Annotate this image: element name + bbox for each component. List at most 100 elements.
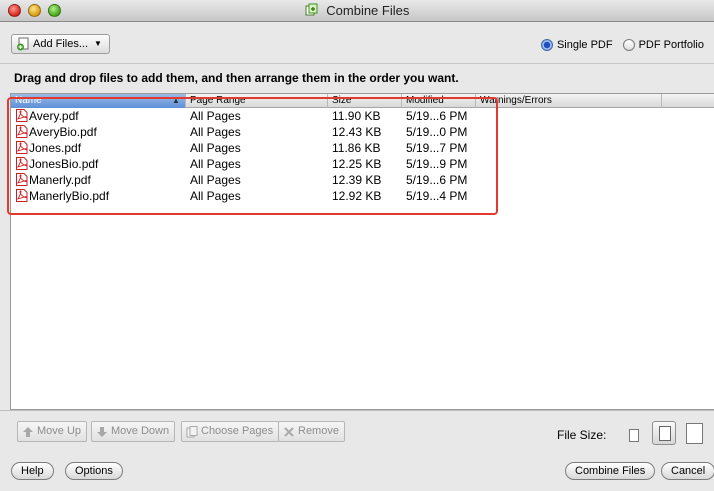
file-size-label: File Size: [557,428,607,442]
size-cell: 11.90 KB [332,109,380,123]
pdf-file-icon [16,109,28,122]
column-header-modified[interactable]: Modified [402,94,476,108]
table-row[interactable]: ManerlyBio.pdf All Pages 12.92 KB 5/19...4 … [11,188,714,204]
modified-cell-text: 5/19...7 PM [406,141,468,155]
single-pdf-label[interactable]: Single PDF [557,39,613,51]
page-range-cell-text: All Pages [190,157,241,171]
table-body: Avery.pdf All Pages 11.90 KB 5/19...6 PM Ave… [11,108,714,204]
move-up-label: Move Up [37,425,82,437]
table-header: Name ▲ Page Range Size Modified Warnings… [11,94,714,108]
modified-cell: 5/19...6 PM [406,173,467,187]
files-table[interactable]: Name ▲ Page Range Size Modified Warnings… [10,93,714,410]
move-down-button[interactable]: Move Down [91,421,176,442]
table-row[interactable]: JonesBio.pdf All Pages 12.25 KB 5/19...9 PM [11,156,714,172]
modified-cell: 5/19...4 PM [406,189,467,203]
single-pdf-radio[interactable] [540,39,553,51]
modified-cell-text: 5/19...4 PM [406,189,468,203]
choose-pages-button[interactable]: Choose Pages [181,421,280,442]
page-range-cell-text: All Pages [190,189,241,203]
size-cell: 12.92 KB [332,189,381,203]
arrow-up-icon [23,426,33,437]
add-files-label: Add Files... [33,38,89,50]
column-header-size-label: Size [332,95,352,106]
dialog-footer: Help Options Combine Files Cancel [0,455,714,491]
file-name-cell-text: AveryBio.pdf [29,125,97,139]
file-size-small-icon[interactable] [629,429,639,442]
file-name-cell: Jones.pdf [15,141,81,155]
combine-files-icon [305,3,318,16]
help-button[interactable]: Help [11,462,54,480]
remove-button[interactable]: Remove [278,421,345,442]
modified-cell-text: 5/19...6 PM [406,109,468,123]
pdf-file-icon [16,141,28,154]
choose-pages-label: Choose Pages [201,425,274,437]
window-title: Combine Files [326,3,410,18]
size-cell-text: 11.90 KB [332,109,381,123]
modified-cell: 5/19...9 PM [406,157,467,171]
file-name-cell-text: Manerly.pdf [29,173,91,187]
cancel-button[interactable]: Cancel [661,462,714,480]
size-cell: 12.43 KB [332,125,381,139]
title-bar: Combine Files [0,0,714,22]
move-up-button[interactable]: Move Up [17,421,88,442]
arrow-down-icon [97,426,107,437]
page-range-cell: All Pages [190,189,241,203]
pdf-file-icon [16,157,28,170]
column-header-modified-label: Modified [406,95,444,106]
file-tools-bar: Move Up Move Down Choose Pages Remove Fi… [0,410,714,455]
file-name-cell: Manerly.pdf [15,173,91,187]
file-name-cell-text: Jones.pdf [29,141,82,155]
pdf-portfolio-radio[interactable] [622,39,635,51]
file-size-large-icon[interactable] [686,423,703,444]
page-range-cell-text: All Pages [190,125,241,139]
page-range-cell: All Pages [190,173,241,187]
modified-cell-text: 5/19...6 PM [406,173,468,187]
pdf-file-icon [16,125,28,138]
instruction-text: Drag and drop files to add them, and the… [0,63,714,91]
table-row[interactable]: AveryBio.pdf All Pages 12.43 KB 5/19...0 PM [11,124,714,140]
size-cell-text: 12.39 KB [332,173,382,187]
size-cell: 12.39 KB [332,173,381,187]
file-name-cell: JonesBio.pdf [15,157,98,171]
file-size-default-button[interactable] [652,421,676,445]
size-cell-text: 12.43 KB [332,125,382,139]
modified-cell: 5/19...6 PM [406,109,467,123]
pages-icon [186,425,198,437]
modified-cell-text: 5/19...0 PM [406,125,468,139]
column-header-page-range[interactable]: Page Range [186,94,328,108]
table-row[interactable]: Jones.pdf All Pages 11.86 KB 5/19...7 PM [11,140,714,156]
remove-x-icon [284,426,294,437]
modified-cell: 5/19...7 PM [406,141,467,155]
file-name-cell-text: JonesBio.pdf [29,157,99,171]
column-header-warnings-label: Warnings/Errors [480,95,552,106]
sort-ascending-icon: ▲ [172,96,180,105]
pdf-portfolio-label[interactable]: PDF Portfolio [639,39,704,51]
file-name-cell-text: ManerlyBio.pdf [29,189,110,203]
add-files-button[interactable]: Add Files... ▼ [11,34,110,54]
modified-cell: 5/19...0 PM [406,125,467,139]
size-cell-text: 12.92 KB [332,189,382,203]
table-row[interactable]: Avery.pdf All Pages 11.90 KB 5/19...6 PM [11,108,714,124]
column-header-name[interactable]: Name [11,94,186,108]
remove-label: Remove [298,425,339,437]
size-cell-text: 12.25 KB [332,157,382,171]
table-row[interactable]: Manerly.pdf All Pages 12.39 KB 5/19...6 PM [11,172,714,188]
file-name-cell: AveryBio.pdf [15,125,97,139]
move-down-label: Move Down [111,425,170,437]
size-cell: 11.86 KB [332,141,380,155]
page-range-cell: All Pages [190,141,241,155]
file-name-cell-text: Avery.pdf [29,109,79,123]
output-type-group: Single PDF PDF Portfolio [540,39,710,51]
window-title-wrap: Combine Files [0,3,714,18]
combine-files-button[interactable]: Combine Files [565,462,656,480]
size-cell: 12.25 KB [332,157,381,171]
page-range-cell-text: All Pages [190,109,241,123]
column-header-name-label: Name [15,95,42,106]
column-header-size[interactable]: Size [328,94,402,108]
options-button[interactable]: Options [65,462,123,480]
column-header-warnings[interactable]: Warnings/Errors [476,94,662,108]
file-name-cell: Avery.pdf [15,109,79,123]
add-file-icon [17,37,29,51]
pdf-file-icon [16,173,28,186]
size-cell-text: 11.86 KB [332,141,381,155]
